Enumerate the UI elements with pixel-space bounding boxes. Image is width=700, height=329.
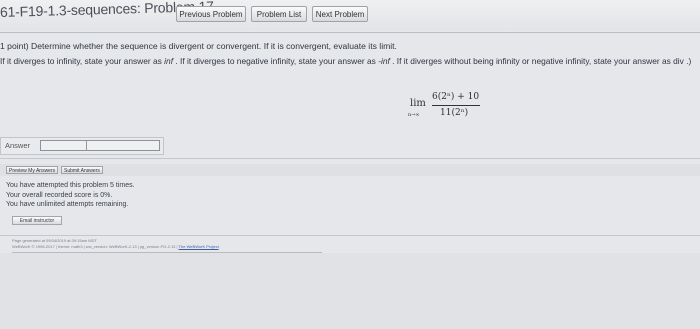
preview-answers-button[interactable]: Preview My Answers bbox=[6, 166, 59, 174]
fraction-bar bbox=[432, 105, 480, 106]
inf-keyword: inf bbox=[164, 56, 174, 66]
submit-answers-button[interactable]: Submit Answers bbox=[61, 166, 103, 174]
text-caret bbox=[86, 141, 87, 150]
version-info: WeBWorK © 1996-2017 | theme: math3 | ww_… bbox=[12, 244, 219, 249]
footer-divider bbox=[0, 235, 700, 236]
next-problem-button[interactable]: Next Problem bbox=[312, 6, 368, 22]
problem-list-button[interactable]: Problem List bbox=[251, 6, 307, 22]
lim-subscript: n→∞ bbox=[408, 112, 420, 118]
previous-problem-button[interactable]: Previous Problem bbox=[176, 6, 246, 22]
version-text: WeBWorK © 1996-2017 | theme: math3 | ww_… bbox=[12, 244, 179, 249]
answer-input[interactable] bbox=[40, 140, 160, 151]
instructions-text-3: . If it diverges without being infinity … bbox=[389, 56, 692, 66]
header-divider bbox=[0, 32, 700, 33]
page-generated-text: Page generated at 09/04/2019 at 09:15am … bbox=[12, 238, 97, 243]
webwork-project-link[interactable]: The WeBWorK Project bbox=[179, 244, 219, 249]
problem-statement: 1 point) Determine whether the sequence … bbox=[0, 41, 397, 51]
score-text: Your overall recorded score is 0%. bbox=[6, 192, 113, 199]
answer-label: Answer bbox=[5, 141, 31, 150]
lim-symbol: lim bbox=[410, 98, 426, 109]
limit-expression: lim n→∞ 6(2ⁿ) + 10 11(2ⁿ) bbox=[408, 92, 490, 126]
answer-divider bbox=[0, 158, 700, 159]
attempts-text: You have attempted this problem 5 times. bbox=[6, 182, 135, 189]
instructions-text-1: If it diverges to infinity, state your a… bbox=[0, 56, 165, 66]
email-instructor-button[interactable]: Email instructor bbox=[12, 216, 62, 225]
problem-instructions: If it diverges to infinity, state your a… bbox=[0, 56, 691, 66]
instructions-text-2: . If it diverges to negative infinity, s… bbox=[173, 56, 379, 66]
fraction-denominator: 11(2ⁿ) bbox=[440, 108, 469, 118]
remaining-attempts-text: You have unlimited attempts remaining. bbox=[6, 201, 129, 208]
neginf-keyword: -inf bbox=[378, 56, 390, 66]
lower-blank-area bbox=[0, 253, 700, 329]
fraction-numerator: 6(2ⁿ) + 10 bbox=[432, 92, 480, 102]
action-bar bbox=[0, 164, 700, 176]
